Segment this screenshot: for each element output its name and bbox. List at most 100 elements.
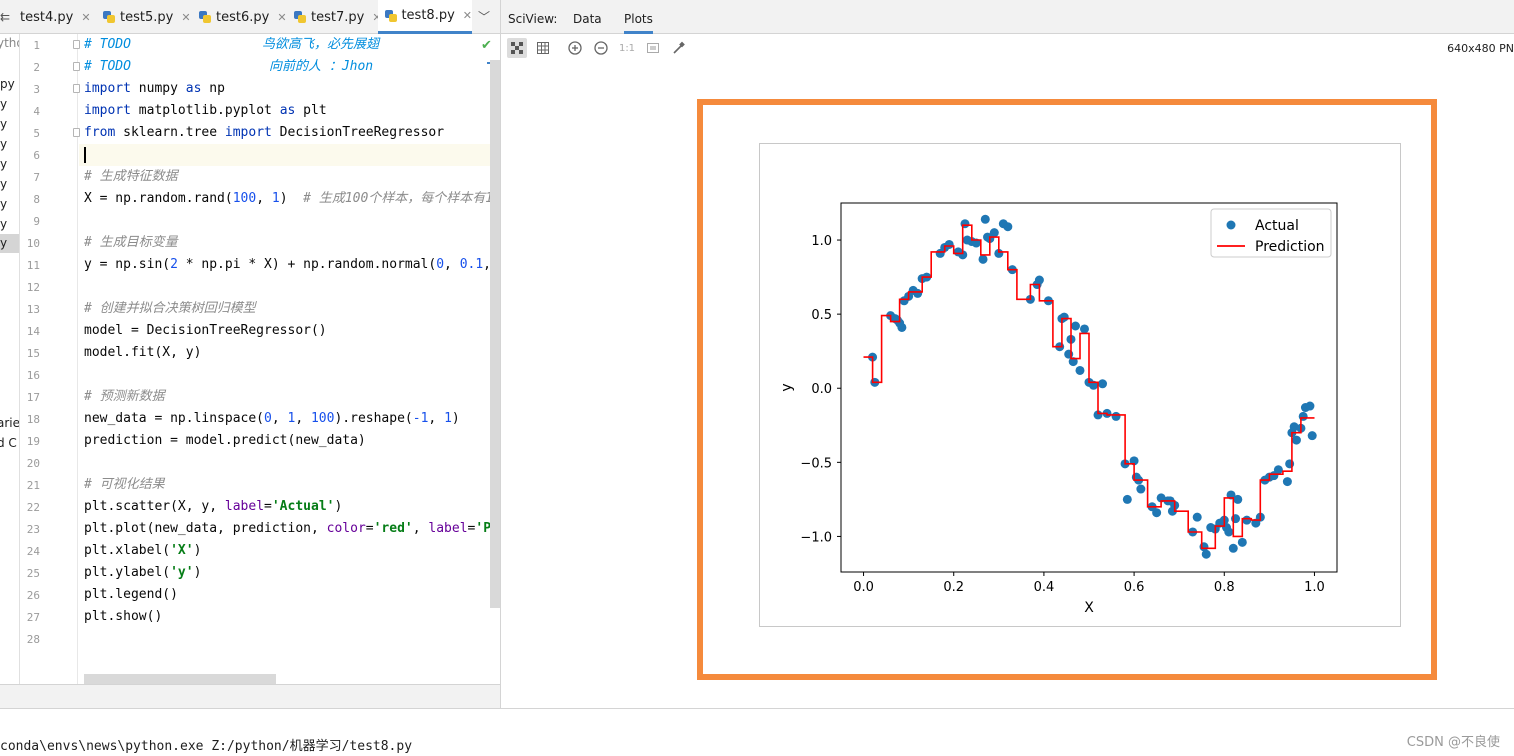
run-console-toolbar: [0, 708, 1514, 738]
code-comment[interactable]: # 可视化结果: [84, 474, 165, 496]
code-line[interactable]: from sklearn.tree import DecisionTreeReg…: [84, 122, 444, 144]
plot-figure[interactable]: 0.0 0.2 0.4 0.6 0.8 1.0 −1.0 −0.5 0.0 0.5 1.0 Xy Act…: [759, 143, 1401, 627]
code-line[interactable]: plt.ylabel('y'): [84, 562, 201, 584]
editor-vertical-scrollbar[interactable]: [490, 60, 500, 608]
code-line[interactable]: X = np.random.rand(100, 1) # 生成100个样本，每个…: [84, 188, 491, 210]
project-item[interactable]: y: [0, 117, 7, 131]
code-line[interactable]: plt.xlabel('X'): [84, 540, 201, 562]
project-item[interactable]: y: [0, 217, 7, 231]
tab-plots[interactable]: Plots: [624, 12, 653, 34]
actual-data-point: [1122, 494, 1132, 504]
close-icon[interactable]: ✕: [81, 11, 90, 24]
keyword: as: [279, 103, 296, 118]
code-line[interactable]: y = np.sin(2 * np.pi * X) + np.random.no…: [84, 254, 491, 276]
editor-horizontal-scrollbar[interactable]: [84, 674, 276, 684]
tab-test6[interactable]: test6.py ✕: [192, 0, 287, 34]
line-number: 23: [26, 523, 40, 536]
scroll-tabs-left-icon[interactable]: ⇇: [0, 10, 12, 24]
x-tick-label: 0.2: [943, 580, 964, 595]
code-line[interactable]: plt.scatter(X, y, label='Actual'): [84, 496, 342, 518]
keyword: import: [84, 81, 131, 96]
keyword: from: [84, 125, 116, 140]
tab-test4[interactable]: test4.py ✕: [14, 0, 91, 34]
close-icon[interactable]: ✕: [277, 11, 286, 24]
todo-text: 向前的人 ：Jhon: [269, 59, 374, 74]
code-line[interactable]: # TODO 向前的人 ：Jhon: [84, 56, 373, 78]
number: 100: [310, 411, 335, 426]
project-item-selected[interactable]: y: [0, 236, 7, 250]
project-item[interactable]: py: [0, 77, 15, 91]
python-file-icon: [198, 10, 212, 24]
console-output-line[interactable]: conda\envs\news\python.exe Z:/python/机器学…: [0, 738, 1514, 756]
actual-data-point: [980, 214, 990, 224]
y-tick-label: 0.5: [811, 308, 832, 323]
zoom-in-icon[interactable]: [565, 38, 585, 58]
code-text: matplotlib.pyplot: [130, 103, 280, 118]
csdn-watermark: CSDN @不良使: [1406, 735, 1500, 750]
actual-size-icon[interactable]: 1:1: [617, 38, 637, 58]
line-number: 7: [33, 171, 40, 184]
code-line[interactable]: model = DecisionTreeRegressor(): [84, 320, 327, 342]
sciview-label: SciView:: [508, 12, 558, 26]
line-number: 22: [26, 501, 40, 514]
todo-comment: # TODO: [84, 59, 131, 74]
code-line[interactable]: import matplotlib.pyplot as plt: [84, 100, 327, 122]
line-number: 16: [26, 369, 40, 382]
code-text: numpy: [130, 81, 186, 96]
grid-toggle-icon[interactable]: [507, 38, 527, 58]
project-item[interactable]: arie: [0, 416, 19, 430]
project-item[interactable]: y: [0, 177, 7, 191]
code-comment[interactable]: # 预测新数据: [84, 386, 165, 408]
close-icon[interactable]: ✕: [181, 11, 190, 24]
actual-data-point: [1228, 543, 1238, 553]
tab-label: test6.py: [216, 9, 270, 25]
close-icon[interactable]: ✕: [463, 9, 472, 22]
zoom-out-icon[interactable]: [591, 38, 611, 58]
tab-test7[interactable]: test7.py ✕: [287, 0, 382, 34]
table-icon[interactable]: [533, 38, 553, 58]
number: 1: [444, 411, 452, 426]
code-text: sklearn.tree: [115, 125, 225, 140]
code-editor[interactable]: # TODO 鸟欲高飞，必先展翅 # TODO 向前的人 ：Jhon import …: [79, 34, 491, 684]
legend-prediction-label: Prediction: [1255, 239, 1325, 255]
code-line[interactable]: prediction = model.predict(new_data): [84, 430, 366, 452]
actual-data-point: [1111, 411, 1121, 421]
code-line[interactable]: # TODO 鸟欲高飞，必先展翅: [84, 34, 379, 56]
code-comment[interactable]: # 创建并拟合决策树回归模型: [84, 298, 256, 320]
chevron-down-icon[interactable]: ﹀: [478, 8, 490, 25]
editor-bottom-bar: [0, 684, 500, 708]
code-line[interactable]: new_data = np.linspace(0, 1, 100).reshap…: [84, 408, 460, 430]
code-line[interactable]: plt.legend(): [84, 584, 178, 606]
project-item[interactable]: y: [0, 157, 7, 171]
inspection-ok-icon[interactable]: ✔: [481, 38, 492, 53]
code-comment[interactable]: # 生成特征数据: [84, 166, 178, 188]
x-tick-label: 0.6: [1124, 580, 1145, 595]
actual-data-point: [1298, 411, 1308, 421]
line-number: 6: [33, 149, 40, 162]
tab-label: test7.py: [311, 9, 365, 25]
code-text: plt: [295, 103, 327, 118]
tab-test5[interactable]: test5.py ✕: [96, 0, 191, 34]
project-item[interactable]: ytho: [0, 36, 19, 50]
project-item[interactable]: y: [0, 197, 7, 211]
tab-data[interactable]: Data: [573, 12, 602, 26]
code-line[interactable]: model.fit(X, y): [84, 342, 201, 364]
color-picker-icon[interactable]: [669, 38, 689, 58]
project-item[interactable]: y: [0, 137, 7, 151]
line-number: 11: [26, 259, 40, 272]
todo-text: 鸟欲高飞，必先展翅: [262, 37, 380, 52]
code-line[interactable]: import numpy as np: [84, 78, 225, 100]
project-item[interactable]: y: [0, 97, 7, 111]
editor-tab-bar: ⇇ test4.py ✕ test5.py ✕ test6.py ✕ test7…: [0, 0, 500, 34]
code-comment[interactable]: # 生成目标变量: [84, 232, 178, 254]
line-number: 5: [33, 127, 40, 140]
actual-data-point: [1305, 401, 1315, 411]
fit-icon[interactable]: [643, 38, 663, 58]
code-line[interactable]: plt.plot(new_data, prediction, color='re…: [84, 518, 491, 540]
editor-gutter: 1 2 3 4 5 6 7 8 9 10 11 12 13 14 15 16 1…: [20, 34, 80, 684]
code-line[interactable]: plt.show(): [84, 606, 162, 628]
inline-comment: # 生成100个样本，每个样本有1: [303, 191, 491, 206]
actual-data-point: [989, 228, 999, 238]
project-item[interactable]: d C: [0, 436, 17, 450]
tab-test8[interactable]: test8.py ✕: [378, 0, 472, 34]
